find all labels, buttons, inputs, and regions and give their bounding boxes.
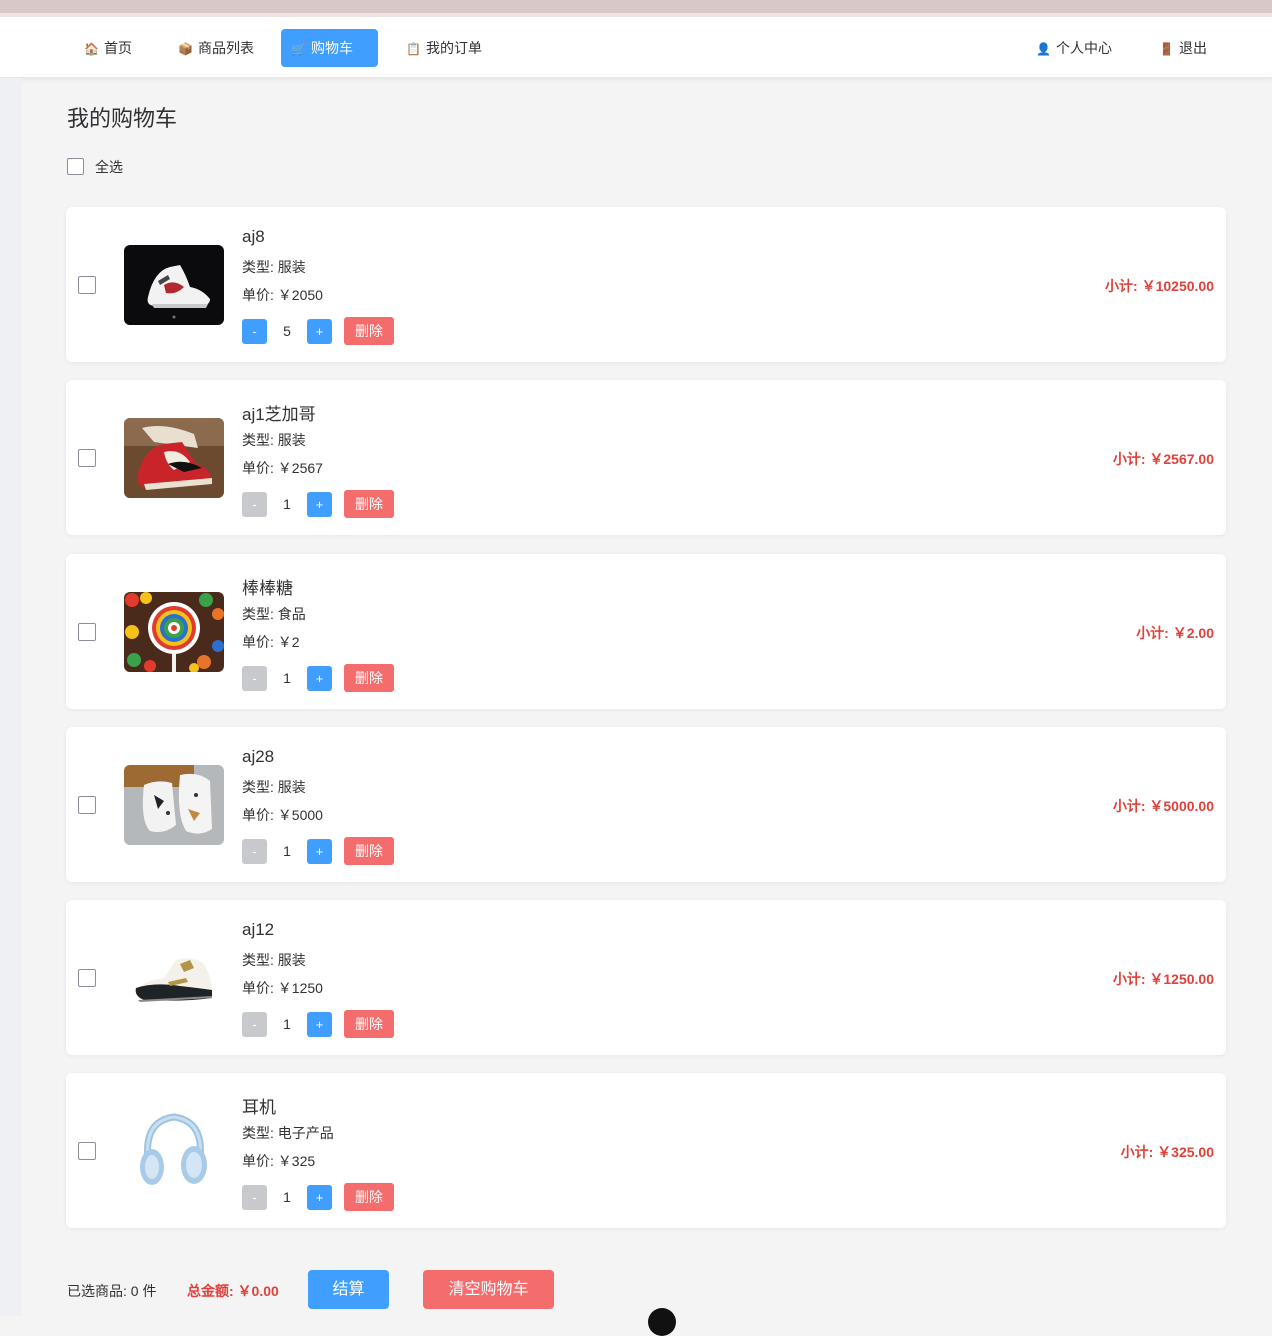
increase-quantity-button[interactable]: + [307, 1185, 332, 1210]
delete-item-button[interactable]: 删除 [344, 490, 394, 518]
delete-item-button[interactable]: 删除 [344, 837, 394, 865]
decrease-quantity-button[interactable]: - [242, 1012, 267, 1037]
nav-item-products[interactable]: 📦 商品列表 [168, 29, 264, 67]
quantity-value: 5 [283, 323, 291, 339]
quantity-value: 1 [283, 496, 291, 512]
delete-item-button[interactable]: 删除 [344, 664, 394, 692]
cart-item-card: 耳机 类型: 电子产品 单价: ￥325 - 1 + 删除 小计: ￥325.0… [66, 1073, 1226, 1228]
product-name: aj8 [242, 227, 265, 246]
item-checkbox[interactable] [78, 623, 96, 641]
cart-item-card: aj12 类型: 服装 单价: ￥1250 - 1 + 删除 小计: ￥1250… [66, 900, 1226, 1055]
total-amount: 总金额: ￥0.00 [187, 1283, 279, 1299]
product-type: 类型: 服装 [242, 779, 306, 795]
decrease-quantity-button[interactable]: - [242, 319, 267, 344]
unit-price: 单价: ￥325 [242, 1153, 316, 1169]
door-icon: 🚪 [1159, 42, 1174, 57]
unit-price: 单价: ￥2050 [242, 287, 323, 303]
sneaker-image [124, 938, 224, 1018]
page-title: 我的购物车 [67, 106, 178, 131]
delete-item-button[interactable]: 删除 [344, 1010, 394, 1038]
decrease-quantity-button[interactable]: - [242, 839, 267, 864]
quantity-value: 1 [283, 1189, 291, 1205]
nav-item-logout-label: 退出 [1178, 40, 1207, 56]
product-type: 类型: 食品 [242, 606, 306, 622]
product-type: 类型: 服装 [242, 432, 306, 448]
left-side-strip [0, 78, 22, 1316]
product-name: aj1芝加哥 [242, 405, 316, 424]
item-checkbox[interactable] [78, 276, 96, 294]
cart-item-card: aj8 类型: 服装 单价: ￥2050 - 5 + 删除 小计: ￥10250… [66, 207, 1226, 362]
item-checkbox[interactable] [78, 1142, 96, 1160]
headphones-image [124, 1111, 224, 1191]
product-name: 耳机 [242, 1098, 276, 1117]
sneaker-image [124, 765, 224, 845]
house-icon: 🏠 [84, 42, 99, 57]
nav-item-home-label: 首页 [103, 40, 132, 56]
delete-item-button[interactable]: 删除 [344, 1183, 394, 1211]
item-subtotal: 小计: ￥325.00 [1120, 1144, 1214, 1160]
selected-count: 已选商品: 0 件 [67, 1283, 157, 1299]
item-subtotal: 小计: ￥2567.00 [1112, 451, 1214, 467]
nav-item-logout[interactable]: 🚪 退出 [1149, 29, 1217, 67]
cart-item-card: aj1芝加哥 类型: 服装 单价: ￥2567 - 1 + 删除 小计: ￥25… [66, 380, 1226, 535]
item-subtotal: 小计: ￥1250.00 [1112, 971, 1214, 987]
item-checkbox[interactable] [78, 449, 96, 467]
cart-item-card: 棒棒糖 类型: 食品 单价: ￥2 - 1 + 删除 小计: ￥2.00 [66, 554, 1226, 709]
top-navigation-bar: 🏠 首页 📦 商品列表 🛒 购物车 📋 我的订单 👤 个人中心 🚪 退出 [0, 17, 1272, 78]
increase-quantity-button[interactable]: + [307, 492, 332, 517]
cart-item-card: aj28 类型: 服装 单价: ￥5000 - 1 + 删除 小计: ￥5000… [66, 727, 1226, 882]
product-name: aj28 [242, 747, 275, 766]
nav-item-cart[interactable]: 🛒 购物车 [281, 29, 378, 67]
checkout-button[interactable]: 结算 [308, 1270, 389, 1309]
product-type: 类型: 电子产品 [242, 1125, 334, 1141]
nav-item-profile-label: 个人中心 [1055, 40, 1112, 56]
increase-quantity-button[interactable]: + [307, 319, 332, 344]
item-checkbox[interactable] [78, 969, 96, 987]
clipboard-icon: 📋 [406, 42, 421, 57]
delete-item-button[interactable]: 删除 [344, 317, 394, 345]
cart-icon: 🛒 [291, 42, 306, 57]
select-all-label: 全选 [95, 159, 123, 175]
increase-quantity-button[interactable]: + [307, 839, 332, 864]
browser-top-strip [0, 0, 1272, 17]
nav-item-cart-label: 购物车 [310, 40, 353, 56]
quantity-value: 1 [283, 670, 291, 686]
user-icon: 👤 [1036, 42, 1051, 57]
product-name: 棒棒糖 [242, 579, 293, 598]
floating-scroll-button[interactable] [648, 1308, 676, 1336]
unit-price: 单价: ￥5000 [242, 807, 323, 823]
package-icon: 📦 [178, 42, 193, 57]
quantity-value: 1 [283, 1016, 291, 1032]
nav-item-orders-label: 我的订单 [425, 40, 482, 56]
unit-price: 单价: ￥2567 [242, 460, 323, 476]
unit-price: 单价: ￥1250 [242, 980, 323, 996]
sneaker-image [124, 245, 224, 325]
decrease-quantity-button[interactable]: - [242, 1185, 267, 1210]
select-all-checkbox[interactable] [67, 158, 84, 175]
product-type: 类型: 服装 [242, 259, 306, 275]
nav-item-orders[interactable]: 📋 我的订单 [396, 29, 492, 67]
item-subtotal: 小计: ￥5000.00 [1112, 798, 1214, 814]
nav-item-profile[interactable]: 👤 个人中心 [1026, 29, 1122, 67]
quantity-value: 1 [283, 843, 291, 859]
sneaker-image [124, 418, 224, 498]
decrease-quantity-button[interactable]: - [242, 492, 267, 517]
item-subtotal: 小计: ￥10250.00 [1105, 278, 1214, 294]
item-subtotal: 小计: ￥2.00 [1136, 625, 1214, 641]
product-type: 类型: 服装 [242, 952, 306, 968]
nav-item-products-label: 商品列表 [197, 40, 254, 56]
decrease-quantity-button[interactable]: - [242, 666, 267, 691]
increase-quantity-button[interactable]: + [307, 666, 332, 691]
lollipop-image [124, 592, 224, 672]
clear-cart-button[interactable]: 清空购物车 [423, 1270, 554, 1309]
product-name: aj12 [242, 920, 275, 939]
unit-price: 单价: ￥2 [242, 634, 300, 650]
increase-quantity-button[interactable]: + [307, 1012, 332, 1037]
item-checkbox[interactable] [78, 796, 96, 814]
nav-item-home[interactable]: 🏠 首页 [74, 29, 142, 67]
